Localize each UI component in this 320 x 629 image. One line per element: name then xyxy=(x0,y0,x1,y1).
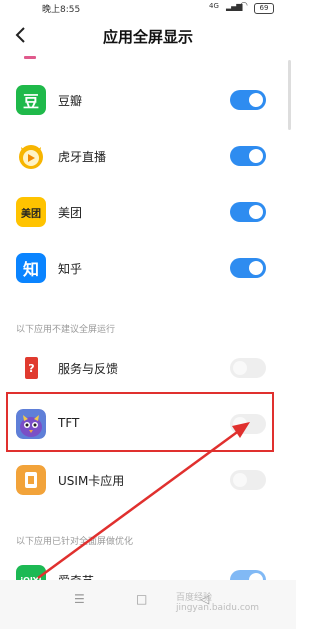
app-label: 美团 xyxy=(58,206,83,220)
huya-icon xyxy=(19,145,43,169)
wifi-icon: ◠ xyxy=(240,1,248,11)
feedback-icon: ? xyxy=(25,357,38,379)
page-title: 应用全屏显示 xyxy=(102,28,193,46)
watermark: 百度经验 jingyan.baidu.com xyxy=(176,593,260,613)
app-row-meituan[interactable]: 美团 美团 xyxy=(0,184,296,240)
battery-icon: 69 xyxy=(254,3,274,14)
douban-icon: 豆 xyxy=(16,85,46,115)
fullscreen-toggle[interactable] xyxy=(230,258,266,278)
highlight-box xyxy=(6,392,274,452)
section-header-not-recommended: 以下应用不建议全屏运行 xyxy=(16,325,116,335)
app-label: 虎牙直播 xyxy=(58,150,107,164)
fullscreen-toggle[interactable] xyxy=(230,90,266,110)
app-label: 豆瓣 xyxy=(58,94,83,108)
svg-text:?: ? xyxy=(28,362,34,375)
fullscreen-toggle[interactable] xyxy=(230,470,266,490)
app-row-douban[interactable]: 豆 豆瓣 xyxy=(0,72,296,128)
home-icon[interactable]: □ xyxy=(136,592,147,606)
fullscreen-toggle[interactable] xyxy=(230,146,266,166)
header: 应用全屏显示 xyxy=(0,16,296,56)
app-row-huya[interactable]: 虎牙直播 xyxy=(0,128,296,184)
app-row-usim[interactable]: USIM卡应用 xyxy=(0,452,296,508)
zhihu-icon: 知 xyxy=(16,253,46,283)
app-label: 服务与反馈 xyxy=(58,362,119,376)
status-bar: 晚上8:55 4G ▂▄▆ ◠ 69 xyxy=(0,0,296,16)
app-row-zhihu[interactable]: 知 知乎 xyxy=(0,240,296,296)
sim-card-icon xyxy=(16,465,46,495)
fullscreen-toggle[interactable] xyxy=(230,358,266,378)
menu-icon[interactable]: ☰ xyxy=(74,592,85,606)
partial-app-icon xyxy=(24,56,36,59)
status-time: 晚上8:55 xyxy=(42,5,81,15)
fullscreen-toggle[interactable] xyxy=(230,202,266,222)
meituan-icon: 美团 xyxy=(16,197,46,227)
app-label: 知乎 xyxy=(58,262,83,276)
app-row-feedback[interactable]: ? 服务与反馈 xyxy=(0,340,296,396)
network-type: 4G xyxy=(209,2,219,10)
app-label: USIM卡应用 xyxy=(58,474,125,488)
section-header-optimized: 以下应用已针对全面屏做优化 xyxy=(16,537,134,547)
